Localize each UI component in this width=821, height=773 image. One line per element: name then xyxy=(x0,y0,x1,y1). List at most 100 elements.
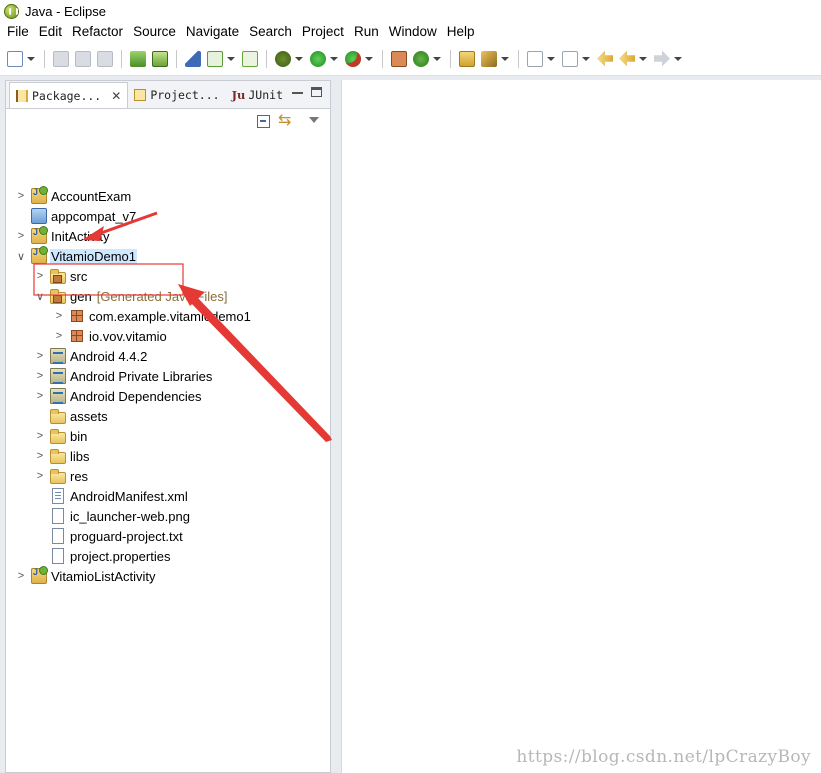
chevron-right-icon[interactable]: > xyxy=(34,370,46,382)
previous-annotation-icon[interactable] xyxy=(562,50,578,67)
tree-item-android-private-libraries[interactable]: > Android Private Libraries xyxy=(34,366,213,386)
maximize-icon[interactable] xyxy=(311,87,322,97)
tree-item-label: VitamioDemo1 xyxy=(50,248,138,264)
new-dropdown[interactable] xyxy=(27,56,35,61)
minimize-icon[interactable] xyxy=(292,92,303,94)
new-java-class-dropdown[interactable] xyxy=(433,56,441,61)
run-dropdown[interactable] xyxy=(330,56,338,61)
library-project-icon xyxy=(31,208,47,224)
tree-item-res[interactable]: > res xyxy=(34,466,89,486)
chevron-down-icon[interactable]: ∨ xyxy=(34,290,46,303)
tree-item-package-com-example[interactable]: > com.example.vitamiodemo1 xyxy=(53,306,252,326)
tree-item-appcompat[interactable]: appcompat_v7 xyxy=(15,206,137,226)
menu-window[interactable]: Window xyxy=(384,22,442,42)
menu-refactor[interactable]: Refactor xyxy=(67,22,128,42)
new-android-file-icon[interactable] xyxy=(242,50,258,67)
chevron-right-icon[interactable]: > xyxy=(34,470,46,482)
previous-annotation-dropdown[interactable] xyxy=(582,56,590,61)
chevron-down-icon[interactable]: ∨ xyxy=(15,250,27,263)
link-with-editor-icon[interactable]: ⇆ xyxy=(278,113,291,129)
tree-item-android-dependencies[interactable]: > Android Dependencies xyxy=(34,386,203,406)
folder-icon xyxy=(50,448,66,464)
new-java-class-icon[interactable] xyxy=(413,50,429,67)
tree-item-vitamiolistactivity[interactable]: > VitamioListActivity xyxy=(15,566,157,586)
tree-item-label: AccountExam xyxy=(51,188,132,204)
tree-item-assets[interactable]: assets xyxy=(34,406,109,426)
run-external-icon[interactable] xyxy=(345,50,361,67)
menu-edit[interactable]: Edit xyxy=(34,22,67,42)
tree-item-label: AndroidManifest.xml xyxy=(70,488,188,504)
tree-item-package-io-vov-vitamio[interactable]: > io.vov.vitamio xyxy=(53,326,168,346)
tree-item-label: Android Dependencies xyxy=(70,388,202,404)
tree-item-androidmanifest[interactable]: AndroidManifest.xml xyxy=(34,486,189,506)
checklist-icon[interactable] xyxy=(207,50,223,67)
back-dropdown[interactable] xyxy=(639,56,647,61)
lint-icon[interactable] xyxy=(185,50,201,67)
download-sdk-icon[interactable] xyxy=(130,50,146,67)
chevron-right-icon[interactable]: > xyxy=(34,390,46,402)
tree-item-initactivity[interactable]: > InitActivity xyxy=(15,226,111,246)
search-icon[interactable] xyxy=(481,50,497,67)
tab-package-explorer[interactable]: Package... ✕ xyxy=(9,82,129,108)
forward-icon[interactable] xyxy=(654,50,670,67)
run-icon[interactable] xyxy=(310,50,326,67)
next-annotation-icon[interactable] xyxy=(527,50,543,67)
chevron-right-icon[interactable]: > xyxy=(53,310,65,322)
menu-project[interactable]: Project xyxy=(297,22,349,42)
chevron-right-icon[interactable]: > xyxy=(34,450,46,462)
chevron-right-icon[interactable]: > xyxy=(34,430,46,442)
avd-manager-icon[interactable] xyxy=(152,50,168,67)
android-project-icon xyxy=(31,186,48,204)
chevron-right-icon[interactable]: > xyxy=(15,230,27,242)
chevron-right-icon[interactable]: > xyxy=(15,190,27,202)
menu-run[interactable]: Run xyxy=(349,22,384,42)
tab-junit[interactable]: Ju JUnit xyxy=(226,82,289,108)
tree-item-label: Android 4.4.2 xyxy=(70,348,148,364)
chevron-right-icon[interactable]: > xyxy=(34,270,46,282)
menu-search[interactable]: Search xyxy=(244,22,297,42)
tree-item-vitamiodemo1[interactable]: ∨ VitamioDemo1 xyxy=(15,246,138,266)
next-annotation-dropdown[interactable] xyxy=(547,56,555,61)
tab-project-explorer[interactable]: Project... xyxy=(128,82,225,108)
tree-item-libs[interactable]: > libs xyxy=(34,446,91,466)
tree-item-accountexam[interactable]: > AccountExam xyxy=(15,186,132,206)
tree-item-bin[interactable]: > bin xyxy=(34,426,88,446)
junit-icon: Ju xyxy=(231,88,246,102)
menu-file[interactable]: File xyxy=(2,22,34,42)
tree-item-src[interactable]: > src xyxy=(34,266,88,286)
close-icon[interactable]: ✕ xyxy=(111,89,121,103)
editor-area[interactable] xyxy=(341,80,821,773)
new-java-package-icon[interactable] xyxy=(391,50,407,67)
open-type-icon[interactable] xyxy=(459,50,475,67)
tree-item-ic-launcher-web[interactable]: ic_launcher-web.png xyxy=(34,506,191,526)
tab-package-explorer-label: Package... xyxy=(32,88,102,103)
run-external-dropdown[interactable] xyxy=(365,56,373,61)
new-icon[interactable] xyxy=(7,50,23,67)
debug-dropdown[interactable] xyxy=(295,56,303,61)
tree-item-label: VitamioListActivity xyxy=(51,568,156,584)
chevron-right-icon[interactable]: > xyxy=(34,350,46,362)
chevron-right-icon[interactable]: > xyxy=(15,570,27,582)
menu-source[interactable]: Source xyxy=(128,22,181,42)
debug-icon[interactable] xyxy=(275,50,291,67)
search-dropdown[interactable] xyxy=(501,56,509,61)
collapse-all-icon[interactable] xyxy=(257,115,270,128)
tab-junit-label: JUnit xyxy=(248,88,283,102)
forward-dropdown[interactable] xyxy=(674,56,682,61)
chevron-right-icon[interactable]: > xyxy=(53,330,65,342)
print-icon[interactable] xyxy=(97,50,113,67)
checklist-dropdown[interactable] xyxy=(227,56,235,61)
tree-item-project-properties[interactable]: project.properties xyxy=(34,546,171,566)
folder-icon xyxy=(50,468,66,484)
back-icon[interactable] xyxy=(619,50,635,67)
save-icon[interactable] xyxy=(53,50,69,67)
tree-item-label: appcompat_v7 xyxy=(51,208,137,224)
tree-item-gen[interactable]: ∨ gen [Generated Java Files] xyxy=(34,286,228,306)
menu-navigate[interactable]: Navigate xyxy=(181,22,244,42)
view-menu-icon[interactable] xyxy=(309,117,319,123)
tree-item-android-4-4-2[interactable]: > Android 4.4.2 xyxy=(34,346,148,366)
save-all-icon[interactable] xyxy=(75,50,91,67)
last-edit-icon[interactable] xyxy=(597,50,613,67)
menu-help[interactable]: Help xyxy=(442,22,480,42)
tree-item-proguard-project[interactable]: proguard-project.txt xyxy=(34,526,184,546)
